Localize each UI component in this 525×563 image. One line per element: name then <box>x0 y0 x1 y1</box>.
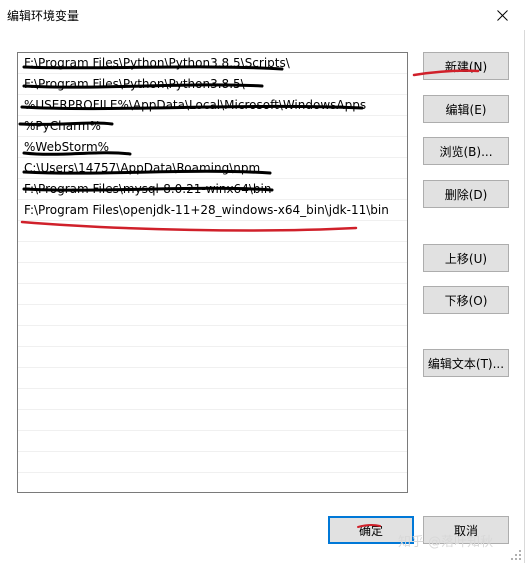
list-item[interactable]: %WebStorm% <box>18 137 407 158</box>
resize-grip-icon[interactable] <box>510 549 522 561</box>
delete-button[interactable]: 删除(D) <box>423 180 509 208</box>
close-button[interactable] <box>479 0 525 30</box>
move-down-button[interactable]: 下移(O) <box>423 286 509 314</box>
list-item-empty[interactable] <box>18 473 407 492</box>
browse-button[interactable]: 浏览(B)... <box>423 137 509 165</box>
list-item[interactable]: F:\Program Files\openjdk-11+28_windows-x… <box>18 200 407 221</box>
watermark: 知乎 @落叶知秋 <box>398 535 494 550</box>
list-item-empty[interactable] <box>18 410 407 431</box>
edit-text-button[interactable]: 编辑文本(T)... <box>423 349 509 377</box>
list-item-empty[interactable] <box>18 284 407 305</box>
new-button[interactable]: 新建(N) <box>423 52 509 80</box>
list-item-empty[interactable] <box>18 242 407 263</box>
list-item-empty[interactable] <box>18 221 407 242</box>
list-item-empty[interactable] <box>18 368 407 389</box>
list-item[interactable]: F:\Program Files\Python\Python3.8.5\ <box>18 74 407 95</box>
path-list[interactable]: F:\Program Files\Python\Python3.8.5\Scri… <box>17 52 408 493</box>
list-item[interactable]: %PyCharm% <box>18 116 407 137</box>
edit-button[interactable]: 编辑(E) <box>423 95 509 123</box>
list-item-empty[interactable] <box>18 263 407 284</box>
list-item-empty[interactable] <box>18 347 407 368</box>
list-item[interactable]: %USERPROFILE%\AppData\Local\Microsoft\Wi… <box>18 95 407 116</box>
move-up-button[interactable]: 上移(U) <box>423 244 509 272</box>
edit-env-var-dialog: 编辑环境变量 F:\Program Files\Python\Python3.8… <box>0 0 525 563</box>
close-icon <box>496 9 508 21</box>
list-item[interactable]: F:\Program Files\mysql-8.0.21-winx64\bin <box>18 179 407 200</box>
list-item[interactable]: C:\Users\14757\AppData\Roaming\npm <box>18 158 407 179</box>
list-item-empty[interactable] <box>18 452 407 473</box>
list-item[interactable]: F:\Program Files\Python\Python3.8.5\Scri… <box>18 53 407 74</box>
list-item-empty[interactable] <box>18 305 407 326</box>
title-bar: 编辑环境变量 <box>0 0 525 30</box>
window-title: 编辑环境变量 <box>7 9 80 23</box>
list-item-empty[interactable] <box>18 389 407 410</box>
list-item-empty[interactable] <box>18 431 407 452</box>
list-item-empty[interactable] <box>18 326 407 347</box>
